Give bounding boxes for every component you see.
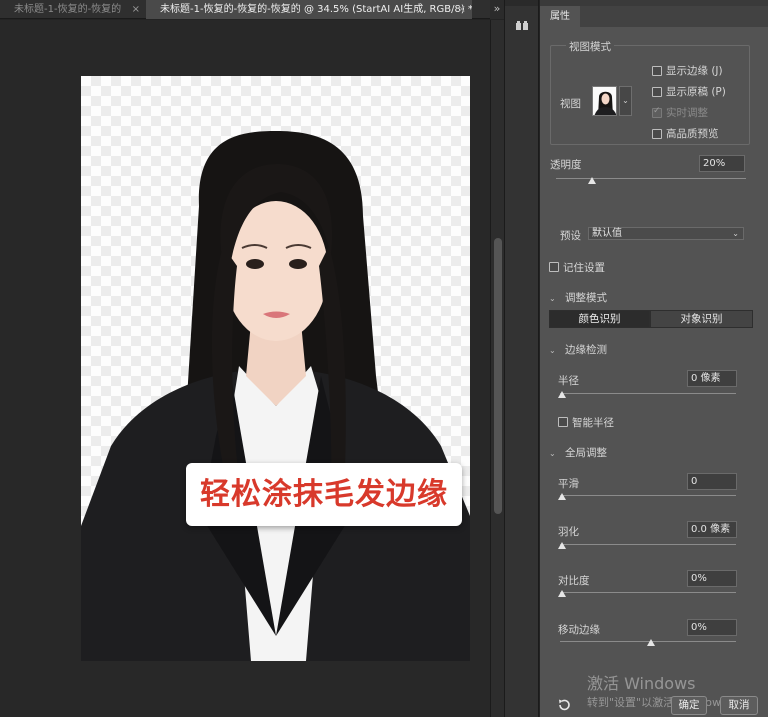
- remember-settings-checkbox[interactable]: [549, 262, 559, 272]
- properties-panel-icon[interactable]: [513, 18, 531, 34]
- smooth-label: 平滑: [558, 478, 579, 490]
- smart-radius-label: 智能半径: [572, 417, 614, 429]
- live-adjust-checkbox[interactable]: [652, 106, 662, 118]
- color-detect-button[interactable]: 颜色识别: [549, 310, 650, 328]
- caption-text: 轻松涂抹毛发边缘: [200, 477, 448, 512]
- panel-icon-strip: [504, 0, 539, 717]
- shift-edge-input[interactable]: 0%: [687, 619, 737, 636]
- view-mode-title: 视图模式: [566, 39, 614, 54]
- document-tab-bar: 未标题-1-恢复的-恢复的 × 未标题-1-恢复的-恢复的-恢复的 @ 34.5…: [0, 0, 490, 19]
- chevron-down-icon: ⌄: [549, 294, 556, 303]
- chevron-down-icon: ⌄: [549, 346, 556, 355]
- shift-edge-slider-knob[interactable]: [647, 639, 655, 646]
- show-original-checkbox[interactable]: [652, 87, 662, 97]
- smart-radius-checkbox[interactable]: [558, 417, 568, 427]
- vertical-scrollbar[interactable]: [490, 20, 504, 717]
- shift-edge-label: 移动边缘: [558, 624, 600, 636]
- edge-detection-title: 边缘检测: [565, 344, 607, 356]
- radius-slider-knob[interactable]: [558, 391, 566, 398]
- feather-slider-track[interactable]: [560, 544, 736, 545]
- global-adjust-title: 全局调整: [565, 447, 607, 459]
- radius-slider-track[interactable]: [560, 393, 736, 394]
- opacity-slider-knob[interactable]: [588, 177, 596, 184]
- close-icon[interactable]: ×: [132, 0, 140, 19]
- view-thumbnail[interactable]: [592, 86, 617, 116]
- contrast-slider-track[interactable]: [560, 592, 736, 593]
- radius-label: 半径: [558, 375, 579, 387]
- adjust-mode-section[interactable]: ⌄ 调整模式: [549, 290, 607, 305]
- smooth-slider-track[interactable]: [560, 495, 736, 496]
- ok-button[interactable]: 确定: [671, 696, 707, 715]
- smooth-input[interactable]: 0: [687, 473, 737, 490]
- reset-icon[interactable]: [557, 698, 571, 712]
- object-detect-button[interactable]: 对象识别: [650, 310, 753, 328]
- canvas-area[interactable]: 轻松涂抹毛发边缘: [0, 20, 490, 717]
- adjust-mode-title: 调整模式: [565, 292, 607, 304]
- show-edge-label: 显示边缘 (J): [666, 65, 723, 77]
- activation-watermark-text: 转到"设置"以激活 Windows。: [587, 696, 738, 709]
- document-canvas[interactable]: 轻松涂抹毛发边缘: [81, 76, 470, 661]
- opacity-slider-track[interactable]: [556, 178, 746, 179]
- remember-settings-label: 记住设置: [563, 262, 605, 274]
- contrast-slider-knob[interactable]: [558, 590, 566, 597]
- hq-preview-label: 高品质预览: [666, 128, 719, 140]
- chevron-down-icon[interactable]: ⌄: [619, 86, 632, 116]
- properties-panel: 属性 视图模式 视图 ⌄ 显示边缘 (J) 显示原稿 (P) 实时调整 高品质预…: [540, 0, 768, 717]
- edge-detection-section[interactable]: ⌄ 边缘检测: [549, 342, 607, 357]
- show-original-label: 显示原稿 (P): [666, 86, 726, 98]
- document-tab-1[interactable]: 未标题-1-恢复的-恢复的 ×: [0, 0, 146, 19]
- activation-watermark-title: 激活 Windows: [587, 674, 696, 693]
- feather-label: 羽化: [558, 526, 579, 538]
- preset-label: 预设: [560, 230, 581, 242]
- close-icon[interactable]: ×: [458, 0, 466, 19]
- tab-label: 未标题-1-恢复的-恢复的-恢复的 @ 34.5% (StartAI AI生成,…: [160, 4, 472, 15]
- hq-preview-checkbox[interactable]: [652, 129, 662, 139]
- contrast-label: 对比度: [558, 575, 590, 587]
- caption-box: 轻松涂抹毛发边缘: [186, 463, 462, 526]
- radius-input[interactable]: 0 像素: [687, 370, 737, 387]
- opacity-input[interactable]: 20%: [699, 155, 745, 172]
- chevron-down-icon: ⌄: [732, 229, 739, 238]
- opacity-label: 透明度: [550, 159, 582, 171]
- chevron-down-icon: ⌄: [549, 449, 556, 458]
- expand-panels-icon[interactable]: »: [490, 0, 504, 19]
- view-thumbnail-image: [593, 87, 616, 115]
- preset-select[interactable]: 默认值 ⌄: [588, 227, 744, 240]
- smooth-slider-knob[interactable]: [558, 493, 566, 500]
- feather-slider-knob[interactable]: [558, 542, 566, 549]
- preset-value: 默认值: [592, 228, 622, 239]
- cancel-button[interactable]: 取消: [720, 696, 758, 715]
- tab-properties[interactable]: 属性: [540, 6, 580, 27]
- scrollbar-thumb[interactable]: [494, 238, 502, 514]
- tab-label: 未标题-1-恢复的-恢复的: [14, 4, 122, 15]
- global-adjust-section[interactable]: ⌄ 全局调整: [549, 445, 607, 460]
- view-label: 视图: [560, 98, 581, 110]
- live-adjust-label: 实时调整: [666, 107, 708, 119]
- portrait-image: [81, 131, 470, 661]
- contrast-input[interactable]: 0%: [687, 570, 737, 587]
- feather-input[interactable]: 0.0 像素: [687, 521, 737, 538]
- show-edge-checkbox[interactable]: [652, 66, 662, 76]
- document-tab-2[interactable]: 未标题-1-恢复的-恢复的-恢复的 @ 34.5% (StartAI AI生成,…: [146, 0, 472, 19]
